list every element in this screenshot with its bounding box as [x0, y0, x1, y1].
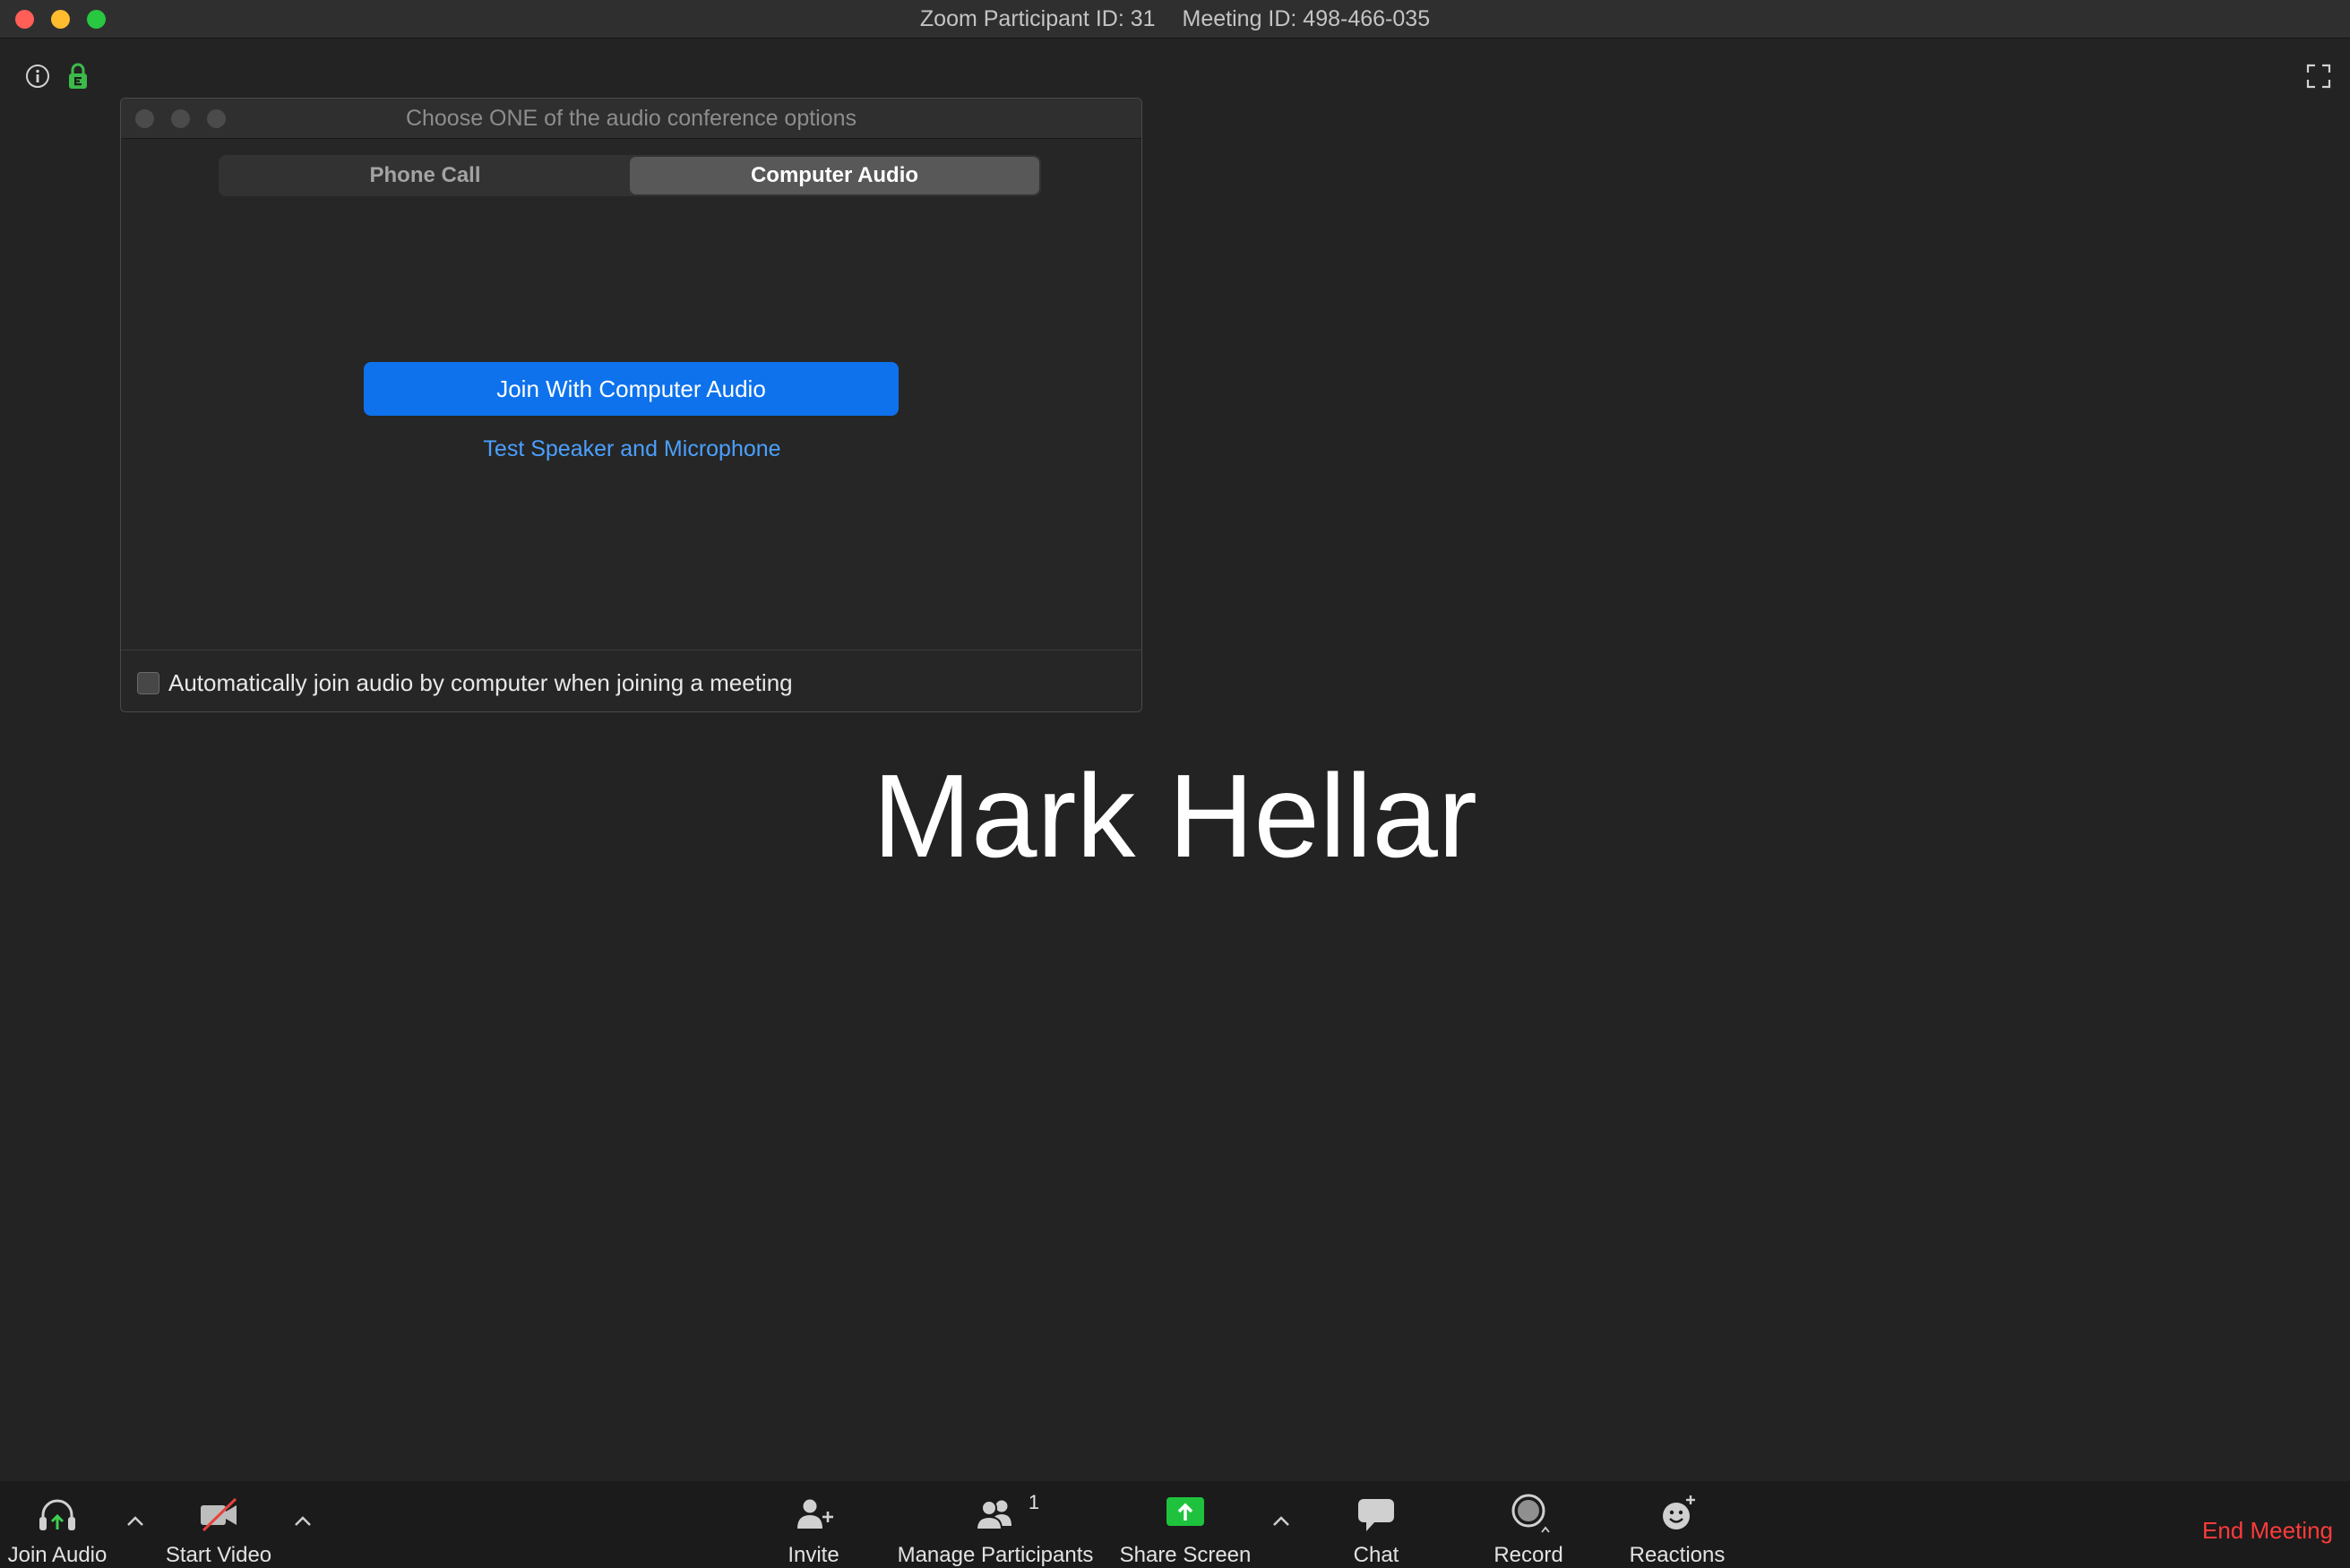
audio-mode-segmented-control: Phone Call Computer Audio: [219, 155, 1041, 196]
info-icon[interactable]: [25, 64, 50, 89]
participants-count-badge: 1: [1028, 1491, 1040, 1513]
meeting-id-text: Meeting ID: 498-466-035: [1182, 6, 1431, 31]
test-speaker-microphone-link[interactable]: Test Speaker and Microphone: [121, 435, 1141, 462]
join-audio-button[interactable]: Join Audio: [4, 1492, 111, 1568]
reactions-label: Reactions: [1629, 1543, 1726, 1567]
participant-id-text: Zoom Participant ID: 31: [919, 6, 1156, 31]
window-title-bar: Zoom Participant ID: 31 Meeting ID: 498-4…: [0, 0, 2350, 39]
tab-computer-audio[interactable]: Computer Audio: [630, 157, 1039, 194]
join-audio-label: Join Audio: [7, 1543, 108, 1567]
participant-name: Mark Hellar: [873, 750, 1477, 882]
encryption-lock-icon[interactable]: [67, 62, 89, 90]
chat-button[interactable]: Chat: [1331, 1492, 1421, 1568]
record-label: Record: [1493, 1543, 1563, 1567]
record-icon: [1511, 1494, 1550, 1533]
invite-label: Invite: [788, 1543, 839, 1567]
chat-label: Chat: [1353, 1543, 1399, 1567]
audio-options-chevron-up-icon[interactable]: [125, 1514, 146, 1529]
start-video-button[interactable]: Start Video: [156, 1492, 281, 1568]
auto-join-audio-checkbox[interactable]: [137, 672, 159, 694]
dialog-title-bar: Choose ONE of the audio conference optio…: [121, 99, 1141, 139]
participants-icon: [975, 1500, 1011, 1530]
manage-participants-label: Manage Participants: [897, 1543, 1094, 1567]
video-off-icon: [201, 1497, 237, 1532]
share-screen-label: Share Screen: [1119, 1543, 1252, 1567]
join-with-computer-audio-button[interactable]: Join With Computer Audio: [364, 362, 899, 416]
share-options-chevron-up-icon[interactable]: [1270, 1514, 1292, 1529]
reactions-button[interactable]: Reactions: [1614, 1492, 1740, 1568]
fullscreen-icon[interactable]: [2306, 64, 2331, 89]
share-screen-icon: [1166, 1497, 1204, 1526]
auto-join-audio-label[interactable]: Automatically join audio by computer whe…: [168, 669, 793, 696]
video-options-chevron-up-icon[interactable]: [292, 1514, 314, 1529]
share-screen-button[interactable]: Share Screen: [1109, 1492, 1261, 1568]
start-video-label: Start Video: [165, 1543, 272, 1567]
tab-phone-call[interactable]: Phone Call: [220, 157, 630, 194]
reactions-icon: [1663, 1495, 1695, 1529]
window-title: Zoom Participant ID: 31 Meeting ID: 498-4…: [0, 0, 2350, 39]
manage-participants-button[interactable]: Manage Participants: [888, 1492, 1103, 1568]
headphones-icon: [39, 1499, 75, 1530]
end-meeting-button[interactable]: End Meeting: [2200, 1517, 2335, 1544]
invite-button[interactable]: Invite: [760, 1492, 867, 1568]
add-person-icon: [797, 1499, 833, 1529]
dialog-title: Choose ONE of the audio conference optio…: [405, 106, 857, 131]
chat-bubble-icon: [1358, 1499, 1394, 1531]
record-button[interactable]: Record: [1475, 1492, 1582, 1568]
audio-options-dialog: Choose ONE of the audio conference optio…: [120, 98, 1142, 712]
